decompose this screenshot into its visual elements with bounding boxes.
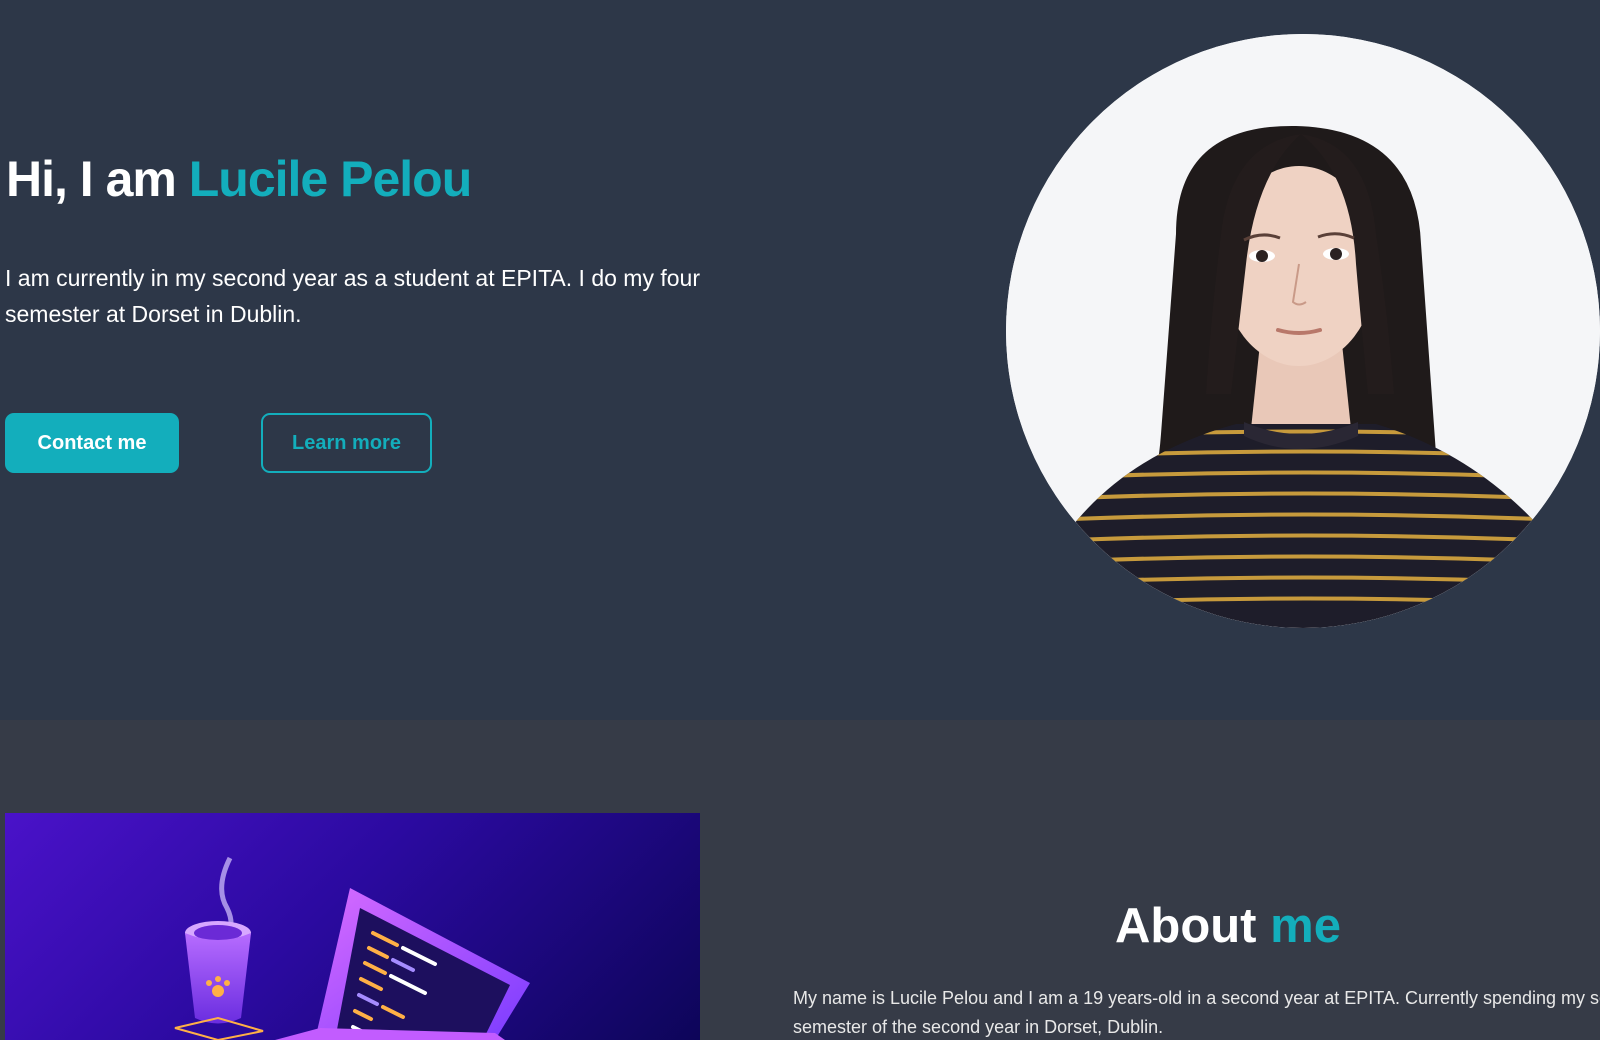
about-title-word: About	[1115, 899, 1257, 953]
learn-more-button[interactable]: Learn more	[261, 413, 432, 473]
about-title: About me	[1115, 898, 1341, 954]
hero-section: Hi, I am Lucile Pelou I am currently in …	[0, 0, 1600, 720]
hero-description: I am currently in my second year as a st…	[5, 265, 700, 327]
about-illustration	[5, 813, 700, 1040]
laptop-coffee-illustration-icon	[174, 856, 530, 1040]
profile-photo	[1006, 34, 1600, 628]
about-text-line-2: semester of the second year in Dorset, D…	[793, 1017, 1164, 1037]
hero-greeting: Hi, I am	[6, 151, 177, 207]
about-title-accent: me	[1270, 899, 1341, 953]
hero-name: Lucile Pelou	[188, 151, 473, 207]
contact-me-button[interactable]: Contact me	[5, 413, 179, 473]
page: Hi, I am Lucile Pelou I am currently in …	[0, 0, 1600, 1040]
profile-photo-icon	[1006, 34, 1600, 628]
about-text-line-1: My name is Lucile Pelou and I am a 19 ye…	[793, 988, 1600, 1008]
about-text: My name is Lucile Pelou and I am a 19 ye…	[793, 984, 1600, 1040]
hero-title: Hi, I am Lucile Pelou	[6, 150, 473, 208]
about-section: About me My name is Lucile Pelou and I a…	[0, 720, 1600, 1040]
